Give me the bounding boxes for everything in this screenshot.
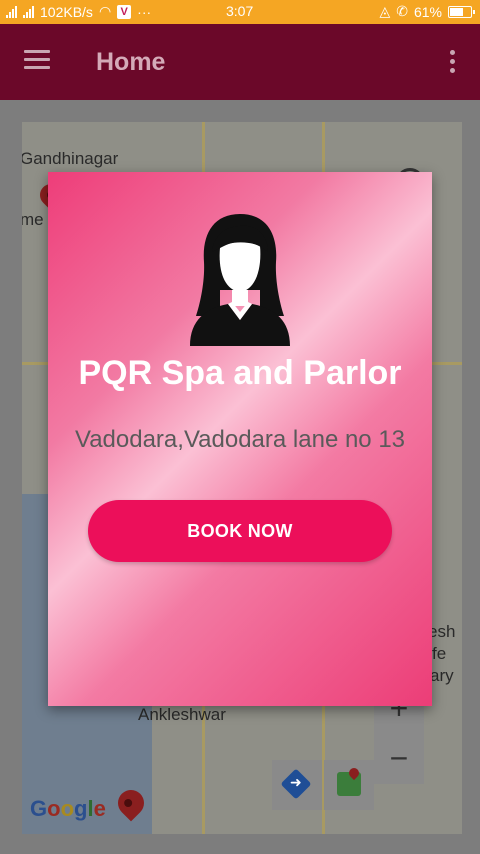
status-bar: 102KB/s ◠ V ··· 3:07 ◬ ✆ 61% xyxy=(0,0,480,24)
carrier-badge-icon: V xyxy=(117,4,132,19)
map-label-gandhinagar: Gandhinagar xyxy=(22,149,119,168)
status-left: 102KB/s ◠ V ··· xyxy=(6,3,151,20)
status-right: ◬ ✆ 61% xyxy=(379,3,475,20)
network-speed: 102KB/s xyxy=(40,3,93,20)
woman-avatar-icon xyxy=(190,214,290,346)
directions-button[interactable]: ➜ xyxy=(272,760,322,810)
map-label-fragment: fe xyxy=(432,644,447,663)
signal-icon-2 xyxy=(23,5,34,18)
zoom-out-button[interactable]: − xyxy=(374,734,424,784)
map-label-fragment: esh xyxy=(428,622,456,641)
shop-address: Vadodara,Vadodara lane no 13 xyxy=(74,426,406,453)
google-logo: Google xyxy=(30,796,106,821)
shop-name: PQR Spa and Parlor xyxy=(78,354,402,392)
map-label-partial: me xyxy=(22,210,44,229)
hamburger-menu-icon[interactable] xyxy=(24,50,50,70)
app-bar: Home xyxy=(0,24,480,100)
open-in-maps-button[interactable] xyxy=(324,760,374,810)
page-title: Home xyxy=(96,48,166,76)
shop-dialog: PQR Spa and Parlor Vadodara,Vadodara lan… xyxy=(48,172,432,706)
book-now-button[interactable]: BOOK NOW xyxy=(88,500,392,562)
signal-icon xyxy=(6,5,17,18)
map-label-ankleshwar: Ankleshwar xyxy=(138,705,226,724)
silent-icon: ◬ xyxy=(379,3,391,19)
status-time: 3:07 xyxy=(226,3,254,19)
map-label-fragment: ary xyxy=(430,666,454,685)
battery-icon xyxy=(448,5,475,18)
call-icon: ✆ xyxy=(396,3,408,19)
overflow-menu-icon[interactable] xyxy=(450,50,456,74)
battery-percent: 61% xyxy=(413,3,442,20)
overflow-notifications: ··· xyxy=(137,3,152,20)
wifi-icon: ◠ xyxy=(98,3,112,19)
google-maps-icon xyxy=(337,772,361,796)
